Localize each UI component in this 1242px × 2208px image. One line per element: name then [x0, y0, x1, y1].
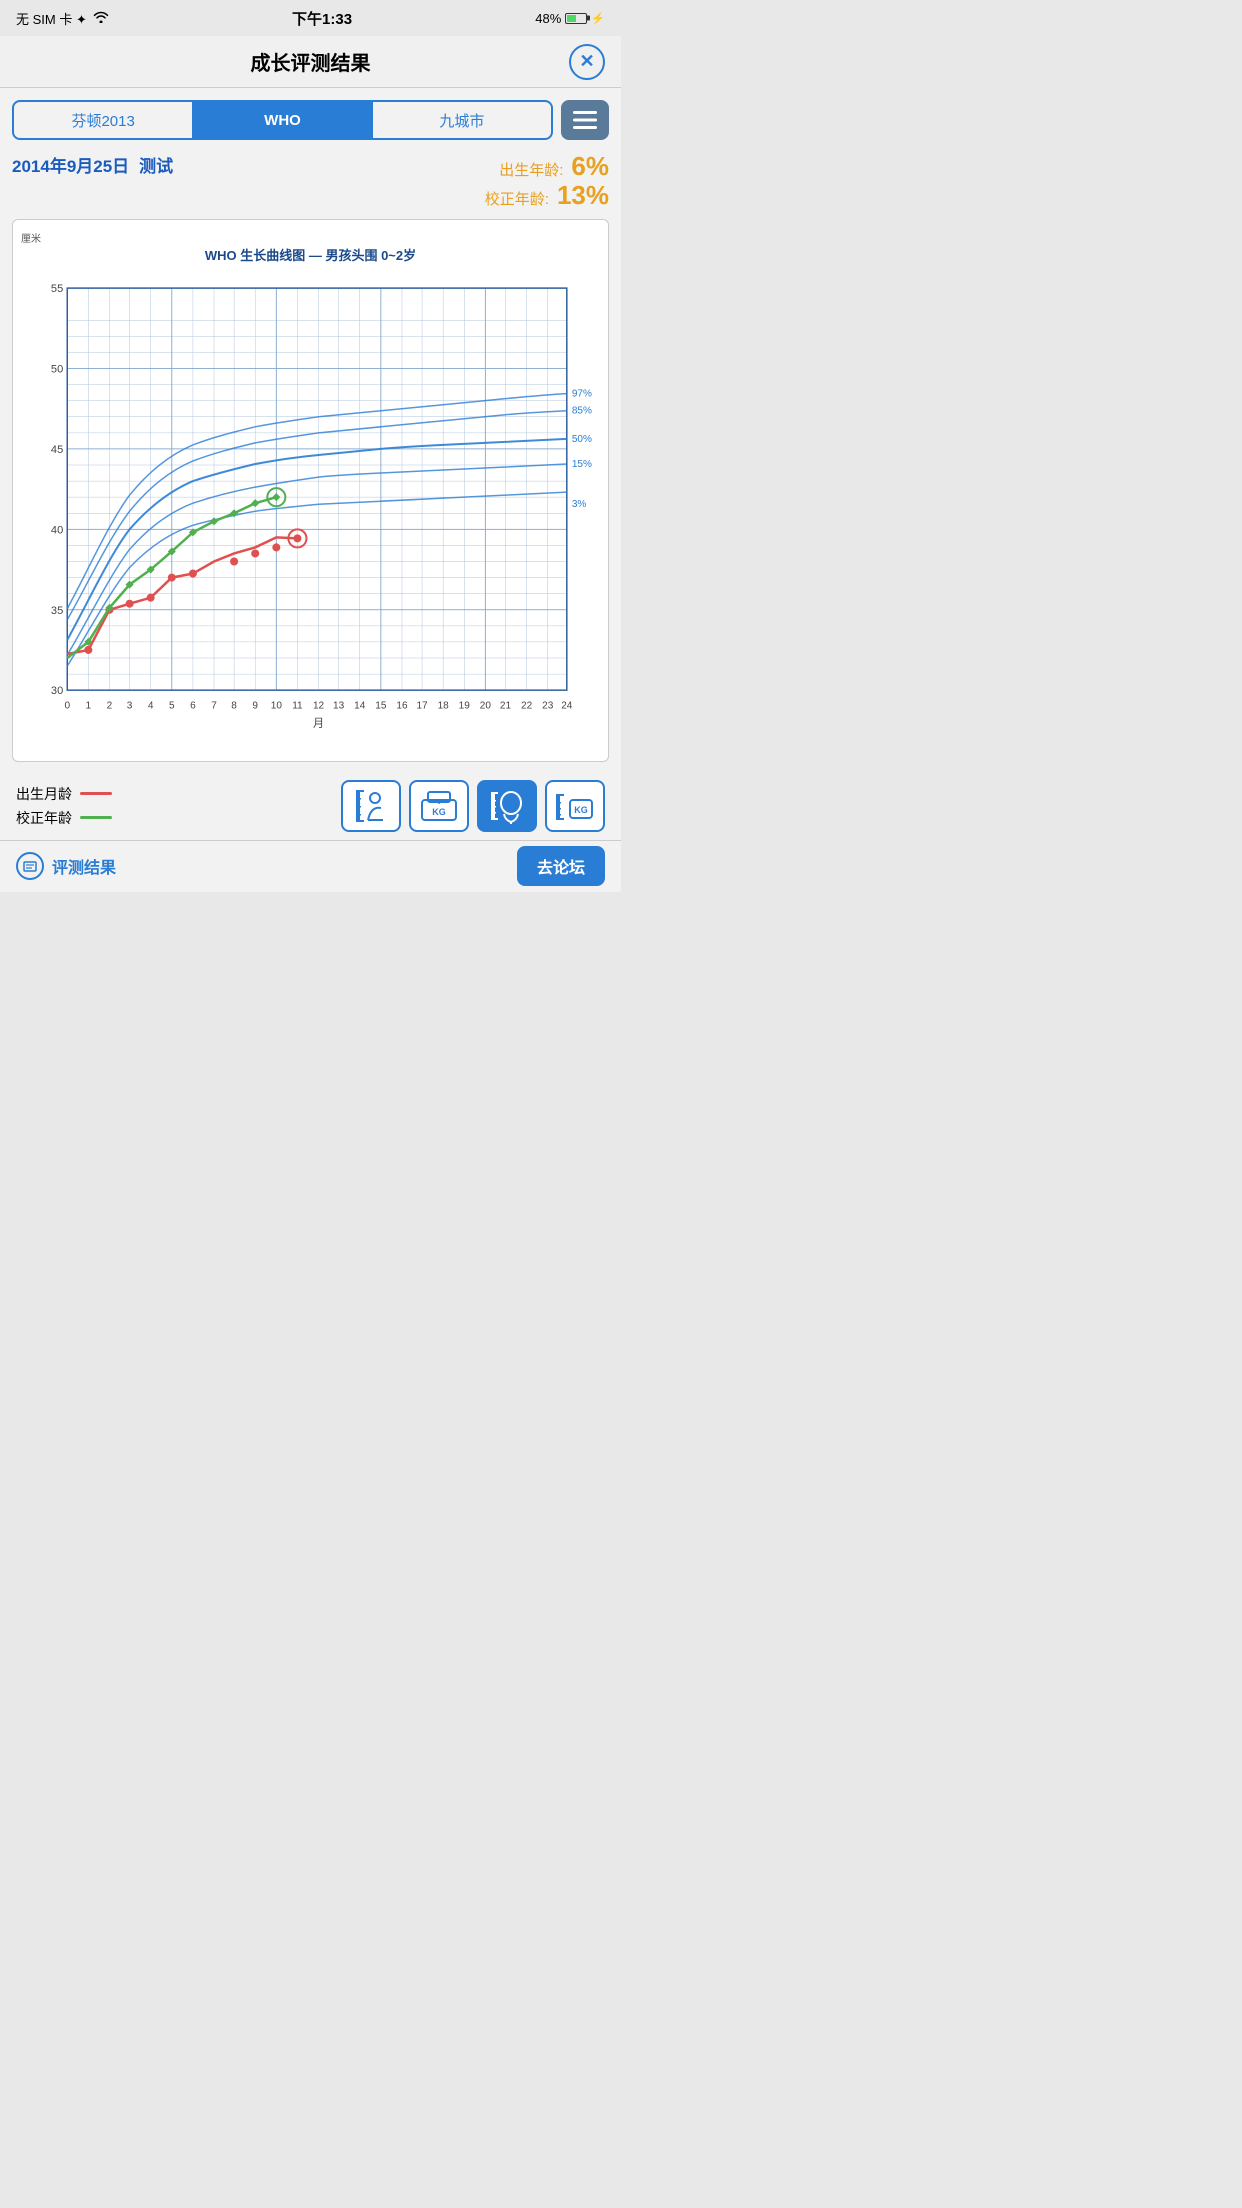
info-row: 2014年9月25日 测试 出生年龄: 6% 校正年龄: 13%: [12, 150, 609, 211]
length-weight-button[interactable]: KG: [545, 780, 605, 832]
svg-text:18: 18: [438, 700, 450, 711]
svg-text:50: 50: [51, 364, 63, 376]
svg-text:20: 20: [480, 700, 492, 711]
svg-text:14: 14: [354, 700, 366, 711]
legend-birth-age-label: 出生月龄: [16, 784, 72, 804]
battery-icon: [565, 13, 587, 24]
legend-birth-age: 出生月龄: [16, 784, 112, 804]
svg-text:19: 19: [459, 700, 471, 711]
main-content: 芬顿2013 WHO 九城市 2014年9月25日 测试 出生年龄:: [0, 88, 621, 840]
charging-icon: ⚡: [591, 12, 605, 25]
seg-who[interactable]: WHO: [193, 102, 372, 138]
weight-button[interactable]: KG: [409, 780, 469, 832]
corrected-age-label: 校正年龄:: [485, 190, 549, 210]
svg-text:11: 11: [292, 700, 303, 711]
svg-text:5: 5: [169, 700, 175, 711]
nav-bar: 成长评测结果 ✕: [0, 36, 621, 88]
svg-text:12: 12: [313, 700, 325, 711]
evaluation-icon: [16, 852, 44, 880]
chart-container: 厘米 WHO 生长曲线图 — 男孩头围 0~2岁: [12, 219, 609, 761]
svg-text:22: 22: [521, 700, 533, 711]
svg-text:16: 16: [396, 700, 408, 711]
close-button[interactable]: ✕: [569, 44, 605, 80]
svg-text:23: 23: [542, 700, 554, 711]
svg-text:2: 2: [107, 700, 113, 711]
status-right: 48% ⚡: [535, 11, 605, 26]
seg-jiuchengshi[interactable]: 九城市: [373, 102, 551, 138]
seg-fenton[interactable]: 芬顿2013: [14, 102, 193, 138]
svg-text:3%: 3%: [572, 499, 587, 510]
svg-text:月: 月: [313, 718, 324, 730]
goto-forum-button[interactable]: 去论坛: [517, 846, 605, 886]
svg-text:1: 1: [86, 700, 92, 711]
page-title: 成长评测结果: [251, 47, 371, 76]
action-buttons: KG: [341, 780, 605, 832]
height-baby-button[interactable]: [341, 780, 401, 832]
svg-text:24: 24: [561, 700, 573, 711]
svg-text:40: 40: [51, 525, 63, 537]
birth-age-label: 出生年龄:: [499, 161, 563, 181]
status-left: 无 SIM 卡 ✦: [16, 9, 109, 28]
svg-text:KG: KG: [574, 805, 588, 815]
svg-text:8: 8: [231, 700, 237, 711]
svg-text:35: 35: [51, 605, 63, 617]
legend-birth-line: [80, 792, 112, 795]
svg-text:45: 45: [51, 444, 63, 456]
corrected-age-value: 13%: [557, 181, 609, 210]
svg-text:13: 13: [333, 700, 345, 711]
segmented-control: 芬顿2013 WHO 九城市: [12, 100, 553, 140]
svg-text:15: 15: [375, 700, 387, 711]
bottom-bar: 评测结果 去论坛: [0, 840, 621, 892]
svg-text:17: 17: [416, 700, 428, 711]
svg-text:85%: 85%: [572, 406, 592, 417]
svg-text:30: 30: [51, 685, 63, 697]
svg-text:KG: KG: [432, 807, 446, 817]
no-sim-label: 无 SIM 卡 ✦: [16, 9, 87, 28]
evaluation-label: 评测结果: [52, 854, 116, 878]
battery-percent: 48%: [535, 11, 561, 26]
status-time: 下午1:33: [292, 8, 352, 29]
date-name-label: 2014年9月25日 测试: [12, 152, 173, 177]
legend-corrected-age-label: 校正年龄: [16, 808, 72, 828]
chart-y-unit: 厘米: [21, 230, 602, 245]
chart-title: WHO 生长曲线图 — 男孩头围 0~2岁: [205, 248, 416, 263]
svg-text:21: 21: [500, 700, 512, 711]
status-bar: 无 SIM 卡 ✦ 下午1:33 48% ⚡: [0, 0, 621, 36]
svg-text:15%: 15%: [572, 459, 592, 470]
legend-actions-row: 出生月龄 校正年龄: [12, 772, 609, 840]
svg-text:55: 55: [51, 283, 63, 295]
svg-text:0: 0: [64, 700, 70, 711]
chart-title-area: WHO 生长曲线图 — 男孩头围 0~2岁: [19, 245, 602, 264]
list-view-button[interactable]: [561, 100, 609, 140]
birth-age-value: 6%: [571, 152, 609, 181]
bottom-left: 评测结果: [16, 852, 116, 880]
legend-corrected-line: [80, 816, 112, 819]
svg-text:3: 3: [127, 700, 133, 711]
percentile-info: 出生年龄: 6% 校正年龄: 13%: [485, 152, 609, 209]
svg-text:9: 9: [252, 700, 258, 711]
svg-text:7: 7: [211, 700, 217, 711]
wifi-icon: [93, 11, 109, 26]
segmented-row: 芬顿2013 WHO 九城市: [12, 100, 609, 140]
svg-text:50%: 50%: [572, 434, 592, 445]
svg-text:4: 4: [148, 700, 154, 711]
legend: 出生月龄 校正年龄: [16, 784, 112, 828]
svg-text:6: 6: [190, 700, 196, 711]
svg-text:97%: 97%: [572, 389, 592, 400]
head-circumference-button[interactable]: [477, 780, 537, 832]
svg-text:10: 10: [271, 700, 283, 711]
legend-corrected-age: 校正年龄: [16, 808, 112, 828]
growth-chart: 30 35 40 45 50 55 0 1 2 3 4 5 6 7 8 9 10…: [19, 268, 602, 750]
